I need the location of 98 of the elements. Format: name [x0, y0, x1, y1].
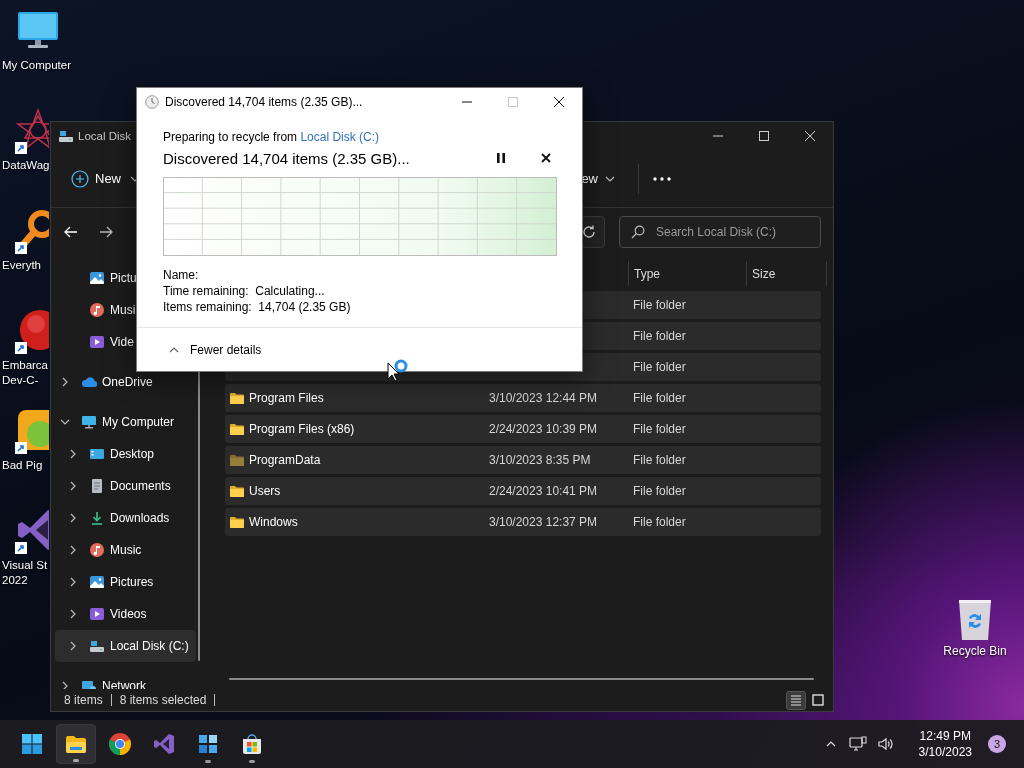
file-name: Program Files (x86) [249, 422, 355, 436]
details-view-icon [789, 693, 803, 707]
folder-icon [229, 514, 245, 530]
nav-item[interactable]: Pictures [55, 566, 196, 598]
notification-badge[interactable]: 3 [988, 735, 1006, 753]
detail-text: Time remaining: Calculating... [163, 283, 326, 299]
file-row[interactable]: Windows 3/10/2023 12:37 PM File folder [225, 508, 821, 536]
network-icon[interactable] [848, 736, 867, 752]
icon-label: DataWag [1, 158, 50, 173]
icon-label: Bad Pig [1, 458, 43, 473]
clock-date: 3/10/2023 [918, 744, 972, 760]
folder-icon [229, 421, 245, 437]
nav-item[interactable]: Desktop [55, 438, 196, 470]
drive-icon [89, 638, 105, 654]
clock-icon [145, 95, 159, 109]
picture-icon [89, 270, 105, 286]
music-note-icon [89, 302, 105, 318]
more-icon[interactable] [653, 176, 671, 181]
details-toggle[interactable]: Fewer details [166, 341, 262, 358]
ribbon-logo-icon [152, 732, 176, 756]
file-type: File folder [633, 484, 686, 498]
date-modified: 3/10/2023 12:37 PM [489, 515, 598, 529]
location-link[interactable]: Local Disk (C:) [300, 130, 380, 144]
video-icon [89, 334, 105, 350]
date-modified: 2/24/2023 10:39 PM [489, 422, 598, 436]
icon-label: Recycle Bin [943, 644, 1007, 658]
file-row[interactable]: Program Files 3/10/2023 12:44 PM File folder [225, 384, 821, 412]
date-modified: 3/10/2023 12:44 PM [489, 391, 598, 405]
file-type: File folder [633, 360, 686, 374]
close-icon[interactable] [554, 97, 564, 107]
nav-item[interactable]: Videos [55, 598, 196, 630]
music-note-icon [89, 542, 105, 558]
refresh-icon [581, 224, 597, 240]
file-name: Windows [249, 515, 298, 529]
nav-item[interactable]: Downloads [55, 502, 196, 534]
nav-item[interactable]: My Computer [55, 406, 196, 438]
pause-icon[interactable] [497, 153, 505, 163]
status-text: 8 items [64, 693, 103, 707]
icon-label: Embarca [1, 358, 49, 373]
file-type: File folder [633, 298, 686, 312]
folder-icon [229, 483, 245, 499]
file-row[interactable]: Users 2/24/2023 10:41 PM File folder [225, 477, 821, 505]
column-header[interactable]: Size [746, 261, 827, 286]
window-title: Local Disk [78, 130, 132, 142]
drive-icon [58, 128, 74, 144]
status-text: Preparing to recycle from Local Disk (C:) [163, 130, 381, 144]
folder-icon [229, 390, 245, 406]
tiles-view-icon [811, 693, 825, 707]
icon-label: My Computer [1, 58, 72, 73]
search-field[interactable]: Search Local Disk (C:) [619, 216, 821, 248]
icon-label: 2022 [1, 573, 28, 588]
window-title: Discovered 14,704 items (2.35 GB)... [165, 95, 363, 109]
progress-heading: Discovered 14,704 items (2.35 GB)... [163, 149, 410, 167]
file-type: File folder [633, 329, 686, 343]
video-icon [89, 606, 105, 622]
detail-text: Name: [163, 267, 200, 283]
icon-label: Visual St [1, 558, 48, 573]
forward-arrow-icon[interactable] [98, 224, 114, 240]
file-row[interactable]: ProgramData 3/10/2023 8:35 PM File folder [225, 446, 821, 474]
taskbar-button[interactable] [56, 724, 96, 764]
volume-icon[interactable] [876, 736, 895, 752]
date-modified: 3/10/2023 8:35 PM [489, 453, 591, 467]
app-tiles-icon [196, 732, 220, 756]
nav-item[interactable]: Documents [55, 470, 196, 502]
file-name: Users [249, 484, 281, 498]
file-type: File folder [633, 422, 686, 436]
icon-label: Everyth [1, 258, 41, 273]
file-name: ProgramData [249, 453, 321, 467]
clock-time: 12:49 PM [919, 728, 971, 744]
cancel-icon[interactable] [541, 153, 551, 163]
maximize-icon[interactable] [759, 131, 769, 141]
browser-icon [108, 732, 132, 756]
file-name: Program Files [249, 391, 324, 405]
view-toggle[interactable] [786, 690, 806, 710]
column-header[interactable]: Type [628, 261, 746, 286]
nav-item[interactable]: Local Disk (C:) [55, 630, 196, 662]
icon-label: Dev-C- [1, 373, 39, 388]
store-bag-icon [240, 732, 264, 756]
nav-item[interactable]: Music [55, 534, 196, 566]
document-icon [89, 478, 105, 494]
download-icon [89, 510, 105, 526]
cloud-icon [81, 374, 97, 390]
date-modified: 2/24/2023 10:41 PM [489, 484, 598, 498]
monitor-icon [81, 414, 97, 430]
file-type: File folder [633, 391, 686, 405]
file-type: File folder [633, 453, 686, 467]
file-row[interactable]: Program Files (x86) 2/24/2023 10:39 PM File folder [225, 415, 821, 443]
plus-icon [71, 169, 89, 188]
start-icon [20, 732, 44, 756]
desktop-icon [89, 446, 105, 462]
nav-item[interactable]: OneDrive [55, 366, 196, 398]
detail-text: Items remaining: 14,704 (2.35 GB) [163, 299, 352, 315]
app-icon[interactable] [16, 408, 49, 452]
status-text: 8 items selected [119, 693, 207, 707]
picture-icon [89, 574, 105, 590]
search-icon [631, 225, 645, 239]
back-arrow-icon[interactable] [63, 224, 79, 240]
file-type: File folder [633, 515, 686, 529]
